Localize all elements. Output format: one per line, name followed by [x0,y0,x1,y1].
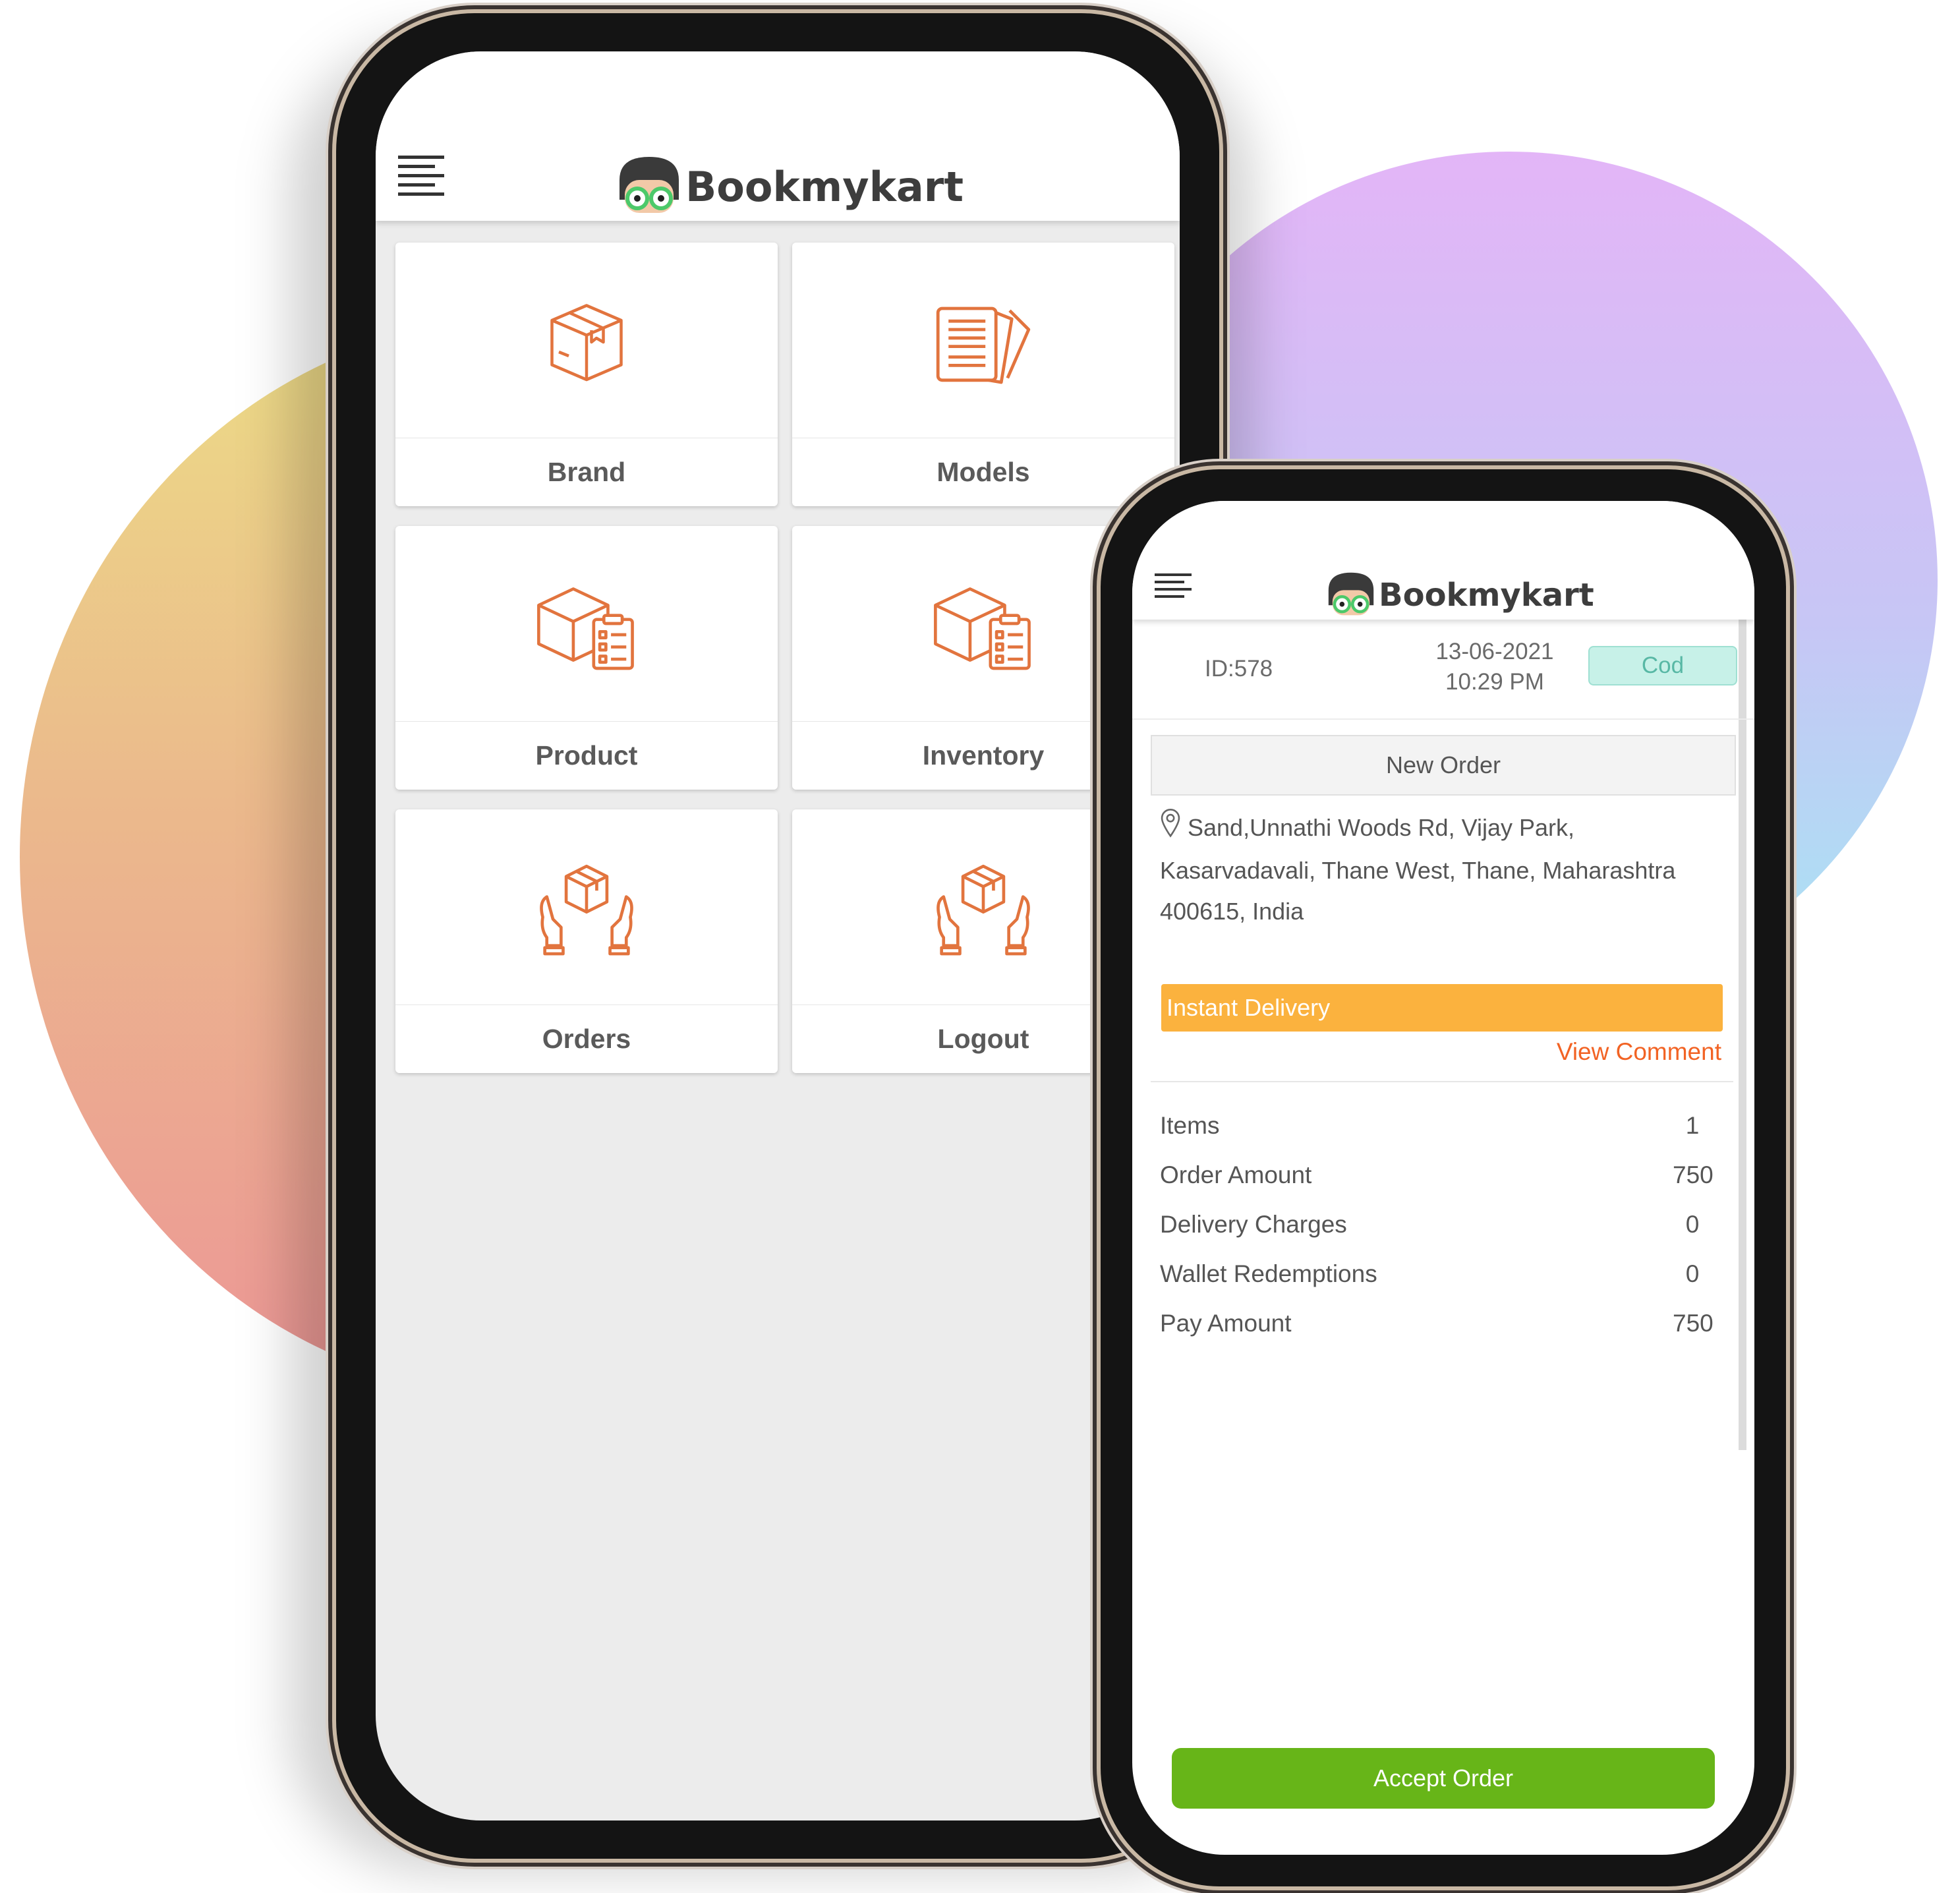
order-summary: Items 1 Order Amount 750 Delivery Charges 0… [1160,1101,1714,1348]
box-icon [550,304,623,382]
mascot-logo-icon [1328,572,1374,616]
summary-value: 0 [1685,1260,1700,1287]
accept-order-button[interactable]: Accept Order [1172,1748,1715,1809]
tile-models[interactable]: Models [792,243,1174,506]
summary-label: Delivery Charges [1160,1210,1347,1238]
summary-value: 750 [1673,1161,1714,1188]
summary-row: Wallet Redemptions 0 [1160,1249,1712,1298]
phone-order-detail: Bookmykart ID:578 13-06-2021 10:29 PM Co… [1101,469,1786,1886]
divider [1151,1081,1733,1082]
view-comment-link[interactable]: View Comment [1557,1038,1721,1066]
summary-row: Pay Amount 750 [1160,1298,1714,1348]
brand-name: Bookmykart [1379,577,1594,614]
order-time: 10:29 PM [1445,669,1544,695]
summary-row: Order Amount 750 [1160,1150,1714,1200]
dashboard-screen: Bookmykart Brand Models Product Inventor… [376,51,1180,1820]
order-id: ID:578 [1205,656,1273,682]
summary-label: Pay Amount [1160,1309,1292,1337]
dashboard-grid: Brand Models Product Inventory Orders Lo… [395,243,1174,1073]
order-datetime: 13-06-2021 10:29 PM [1396,637,1594,697]
summary-value: 0 [1685,1210,1700,1238]
delivery-type-bar: Instant Delivery [1161,984,1723,1032]
summary-label: Items [1160,1111,1220,1139]
summary-value: 750 [1673,1309,1714,1337]
tile-label: Product [535,740,638,771]
summary-row: Delivery Charges 0 [1160,1200,1712,1249]
box-checklist-icon [934,587,1031,670]
app-bar: Bookmykart [376,51,1180,221]
summary-label: Order Amount [1160,1161,1312,1188]
location-pin-icon [1160,808,1181,850]
hands-box-icon [540,864,633,956]
app-bar: Bookmykart [1132,501,1754,620]
tile-product[interactable]: Product [395,526,778,790]
delivery-address: Sand,Unnathi Woods Rd, Vijay Park, Kasar… [1160,807,1733,932]
scrollbar[interactable] [1739,620,1746,1450]
brand-logo: Bookmykart [1323,570,1594,620]
order-screen: Bookmykart ID:578 13-06-2021 10:29 PM Co… [1132,501,1754,1855]
brand-name: Bookmykart [685,162,964,211]
documents-icon [936,306,1031,384]
hands-box-icon [937,864,1030,956]
phone-dashboard: Bookmykart Brand Models Product Inventor… [336,13,1219,1859]
summary-row: Items 1 [1160,1101,1712,1150]
hamburger-menu-icon[interactable] [398,156,444,202]
order-date: 13-06-2021 [1435,639,1554,664]
tile-brand[interactable]: Brand [395,243,778,506]
mascot-logo-icon [620,157,679,213]
hamburger-menu-icon[interactable] [1155,573,1192,602]
summary-label: Wallet Redemptions [1160,1260,1377,1287]
tile-label: Models [937,456,1030,487]
payment-badge: Cod [1588,646,1737,685]
order-status: New Order [1151,735,1736,796]
address-text: Sand,Unnathi Woods Rd, Vijay Park, Kasar… [1160,814,1676,925]
tile-orders[interactable]: Orders [395,809,778,1073]
brand-logo: Bookmykart [613,154,964,219]
tile-label: Brand [547,456,626,487]
summary-value: 1 [1685,1111,1700,1139]
order-header: ID:578 13-06-2021 10:29 PM Cod [1132,620,1754,720]
tile-label: Orders [542,1023,631,1054]
box-checklist-icon [537,587,634,670]
